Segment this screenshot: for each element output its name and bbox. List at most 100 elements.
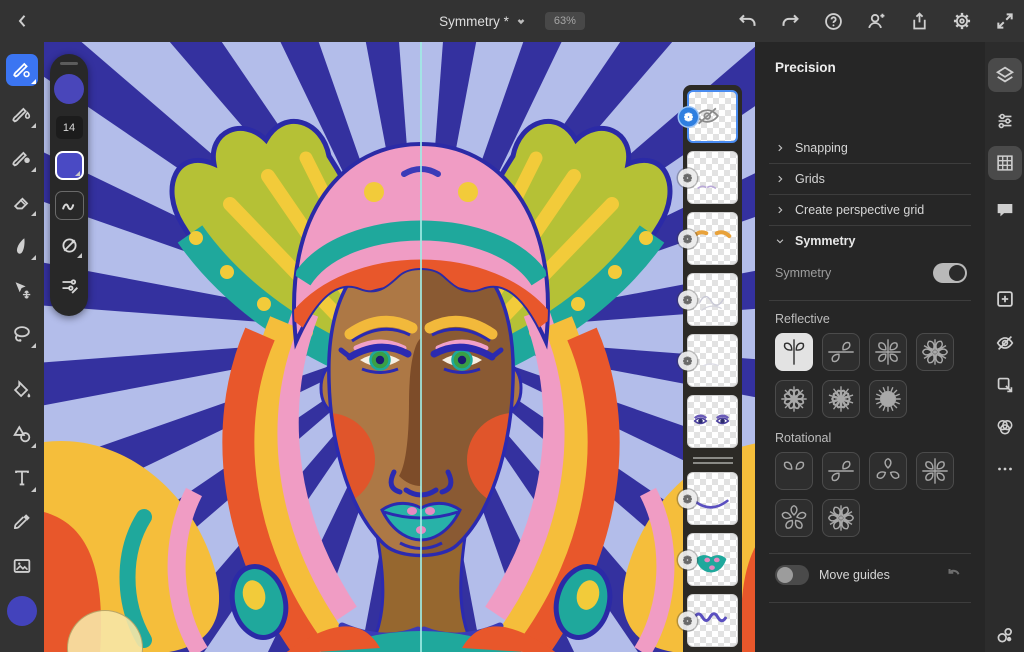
transform-icon bbox=[994, 374, 1016, 396]
drag-handle[interactable] bbox=[60, 62, 78, 65]
layer-options-badge[interactable] bbox=[678, 229, 697, 248]
rotational-option-rotate-6[interactable] bbox=[822, 499, 860, 537]
brush-color-swatch[interactable] bbox=[54, 151, 84, 180]
tool-vector-brush[interactable] bbox=[6, 142, 38, 174]
layer-chin-line[interactable] bbox=[678, 472, 738, 525]
chevron-down-icon bbox=[776, 239, 784, 244]
help-icon bbox=[823, 11, 844, 32]
help-button[interactable] bbox=[822, 10, 844, 32]
gear-icon bbox=[683, 555, 692, 564]
rotational-option-rotate-2-diagonal[interactable] bbox=[822, 452, 860, 490]
tool-eraser[interactable] bbox=[6, 186, 38, 218]
document-title: Symmetry * bbox=[439, 13, 509, 29]
undo-button[interactable] bbox=[736, 10, 758, 32]
symmetry-toggle-label: Symmetry bbox=[775, 266, 832, 280]
gear-icon bbox=[683, 356, 692, 365]
brush-size-value[interactable]: 14 bbox=[55, 116, 83, 139]
layer-options-badge[interactable] bbox=[678, 168, 697, 187]
rail-adjustments-button[interactable] bbox=[988, 104, 1022, 138]
fullscreen-button[interactable] bbox=[994, 10, 1016, 32]
move-guides-toggle[interactable] bbox=[775, 565, 809, 585]
settings-button[interactable] bbox=[951, 10, 973, 32]
rail-comment-button[interactable] bbox=[988, 192, 1022, 226]
smoothing-wave-icon bbox=[59, 196, 79, 216]
chevron-left-icon bbox=[14, 12, 32, 30]
symmetry-guide-line[interactable] bbox=[420, 42, 422, 652]
tool-pixel-brush[interactable] bbox=[6, 54, 38, 86]
rail-transform-button[interactable] bbox=[988, 368, 1022, 402]
tool-eyedropper[interactable] bbox=[6, 506, 38, 538]
brush-settings-button[interactable] bbox=[55, 271, 84, 300]
tool-move[interactable] bbox=[6, 274, 38, 306]
symmetry-toggle[interactable] bbox=[933, 263, 967, 283]
tool-fill[interactable] bbox=[6, 374, 38, 406]
rail-color-mix-button[interactable] bbox=[988, 410, 1022, 444]
layer-faint[interactable] bbox=[678, 334, 738, 387]
rail-precision-button[interactable] bbox=[987, 146, 1022, 180]
rail-add-layer-button[interactable] bbox=[988, 282, 1022, 316]
shapes-icon bbox=[11, 423, 33, 445]
smoothing-button[interactable] bbox=[54, 191, 84, 220]
layer-eyebrows[interactable] bbox=[678, 212, 738, 265]
back-button[interactable] bbox=[10, 8, 36, 34]
reflective-option-mirror-5-axis[interactable] bbox=[822, 380, 860, 418]
tool-text[interactable] bbox=[6, 462, 38, 494]
tool-place-image[interactable] bbox=[6, 550, 38, 582]
section-snapping[interactable]: Snapping bbox=[775, 137, 965, 159]
layer-group-divider bbox=[692, 457, 733, 464]
reflective-option-mirror-8-axis[interactable] bbox=[869, 380, 907, 418]
section-perspective-grid[interactable]: Create perspective grid bbox=[775, 199, 965, 221]
rotational-option-rotate-5[interactable] bbox=[775, 499, 813, 537]
rotational-option-rotate-4[interactable] bbox=[916, 452, 954, 490]
share-button[interactable] bbox=[908, 10, 930, 32]
tool-smudge[interactable] bbox=[6, 230, 38, 262]
section-symmetry[interactable]: Symmetry bbox=[775, 230, 965, 252]
brush-options-panel: 14 bbox=[50, 54, 88, 316]
color-picker-swatch[interactable] bbox=[7, 596, 37, 626]
reset-guides-button[interactable] bbox=[945, 566, 963, 584]
layer-options-badge[interactable] bbox=[678, 611, 697, 630]
drawing-canvas[interactable] bbox=[44, 42, 755, 652]
zoom-level-badge[interactable]: 63% bbox=[544, 12, 585, 30]
rail-layers-button[interactable] bbox=[987, 58, 1022, 92]
flow-pressure-button[interactable] bbox=[55, 231, 84, 260]
reflective-option-mirror-2-axis[interactable] bbox=[869, 333, 907, 371]
reflective-option-mirror-vertical[interactable] bbox=[775, 333, 813, 371]
layer-hidden[interactable] bbox=[679, 90, 738, 143]
layer-options-badge[interactable] bbox=[678, 550, 697, 569]
section-label: Grids bbox=[795, 172, 825, 186]
tool-lasso[interactable] bbox=[6, 318, 38, 350]
layer-sketch[interactable] bbox=[678, 273, 738, 326]
document-title-menu[interactable]: Symmetry * bbox=[439, 14, 527, 29]
rail-touch-shortcut-button[interactable] bbox=[988, 618, 1022, 652]
layer-eyes[interactable] bbox=[687, 395, 738, 448]
chevron-down-icon bbox=[515, 15, 527, 27]
layer-options-badge[interactable] bbox=[678, 290, 697, 309]
reflective-option-mirror-horizontal[interactable] bbox=[822, 333, 860, 371]
section-grids[interactable]: Grids bbox=[775, 168, 965, 190]
layer-lips[interactable] bbox=[678, 533, 738, 586]
layer-lashes[interactable] bbox=[678, 151, 738, 204]
tool-shapes[interactable] bbox=[6, 418, 38, 450]
rail-more-button[interactable] bbox=[988, 452, 1022, 486]
layer-options-badge[interactable] bbox=[678, 351, 697, 370]
rotational-options-row-1 bbox=[775, 452, 954, 490]
reflective-option-mirror-3-axis[interactable] bbox=[916, 333, 954, 371]
mirror-4-axis-icon bbox=[780, 385, 808, 413]
rail-hide-button[interactable] bbox=[988, 326, 1022, 360]
layer-options-badge[interactable] bbox=[678, 489, 697, 508]
rotational-option-rotate-3[interactable] bbox=[869, 452, 907, 490]
layer-hair-line[interactable] bbox=[678, 594, 738, 647]
layer-options-badge[interactable] bbox=[679, 107, 698, 126]
lasso-icon bbox=[11, 323, 33, 342]
expand-icon bbox=[995, 11, 1015, 31]
divider bbox=[769, 225, 971, 226]
tool-live-brush[interactable] bbox=[6, 98, 38, 130]
move-guides-label: Move guides bbox=[819, 568, 890, 582]
rotational-option-rotate-2[interactable] bbox=[775, 452, 813, 490]
reflective-option-mirror-4-axis[interactable] bbox=[775, 380, 813, 418]
section-label: Symmetry bbox=[795, 234, 856, 248]
invite-button[interactable] bbox=[865, 10, 887, 32]
brush-size-preview[interactable] bbox=[54, 74, 84, 104]
redo-button[interactable] bbox=[779, 10, 801, 32]
